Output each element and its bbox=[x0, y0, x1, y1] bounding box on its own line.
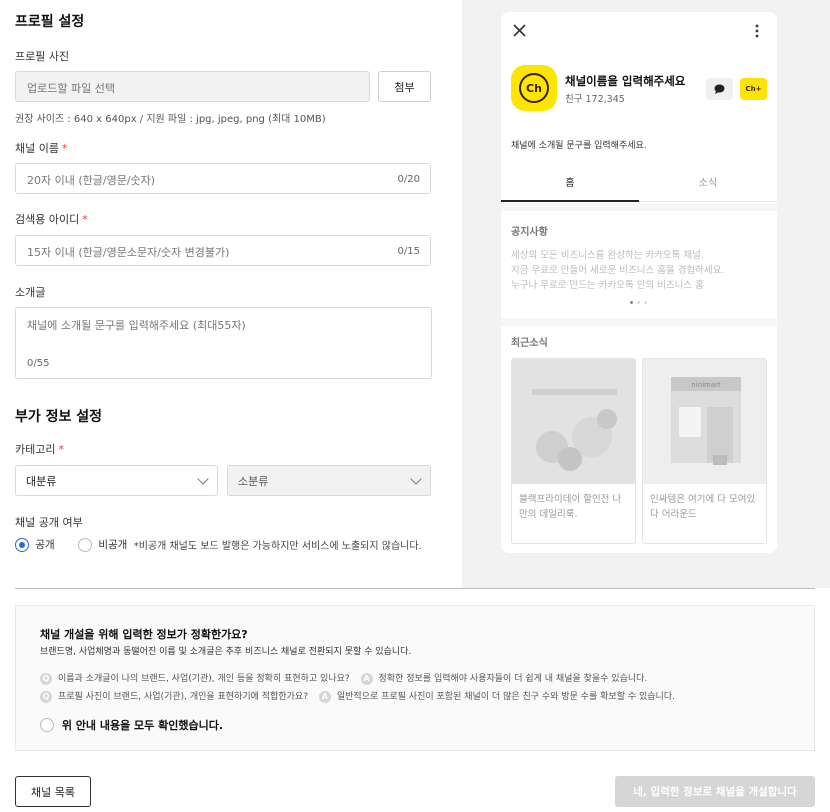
preview-channel-name: 채널이름을 입력해주세요 bbox=[565, 74, 686, 88]
photo-hint: 권장 사이즈 : 640 x 640px / 지원 파일 : jpg, jpeg… bbox=[15, 114, 326, 125]
add-channel-button[interactable]: Ch+ bbox=[740, 78, 767, 100]
profile-photo-label: 프로필 사진 bbox=[15, 50, 70, 63]
qa-row: Q 이름과 소개글이 나의 브랜드, 사업(기관), 개인 등을 정확히 표현하고… bbox=[40, 671, 647, 685]
chat-button[interactable] bbox=[706, 78, 733, 100]
visibility-options: 공개 비공개 *비공개 채널도 보드 발행은 가능하지만 서비스에 노출되지 않… bbox=[15, 537, 422, 552]
major-category-value: 대분류 bbox=[26, 474, 57, 488]
confirm-title: 채널 개설을 위해 입력한 정보가 정확한가요? bbox=[40, 628, 248, 641]
private-option-label: 비공개 bbox=[98, 539, 128, 551]
confirm-check-label: 위 안내 내용을 모두 확인했습니다. bbox=[61, 719, 224, 732]
divider bbox=[501, 203, 777, 211]
preview-friends-count: 친구 172,345 bbox=[565, 94, 625, 105]
search-id-label: 검색용 아이디 * bbox=[15, 213, 88, 226]
section-divider bbox=[15, 588, 815, 589]
channel-name-counter: 0/20 bbox=[397, 174, 420, 185]
news-card-image bbox=[512, 359, 635, 484]
create-channel-button[interactable]: 네, 입력한 정보로 채널을 개설합니다 bbox=[615, 776, 815, 807]
intro-textarea[interactable]: 채널에 소개될 문구를 입력해주세요 (최대55자) 0/55 bbox=[15, 307, 432, 379]
minor-category-select[interactable]: 소분류 bbox=[227, 465, 431, 496]
divider bbox=[501, 318, 777, 326]
close-icon[interactable] bbox=[513, 24, 526, 37]
news-card[interactable]: ninimart 인싸템은 여기에 다 모여있다 어라운드 bbox=[642, 358, 767, 544]
confirm-checkbox[interactable] bbox=[40, 718, 54, 732]
question-badge: Q bbox=[40, 672, 52, 685]
profile-section-title: 프로필 설정 bbox=[15, 14, 85, 30]
extra-section-title: 부가 정보 설정 bbox=[15, 409, 103, 425]
private-radio[interactable] bbox=[78, 537, 93, 552]
answer-badge: A bbox=[318, 690, 331, 703]
visibility-label: 채널 공개 여부 bbox=[15, 516, 83, 529]
channel-logo: Ch bbox=[511, 65, 557, 111]
channel-logo-text: Ch bbox=[519, 73, 549, 103]
chevron-down-icon bbox=[410, 472, 422, 485]
profile-form: 프로필 설정 프로필 사진 업로드할 파일 선택 첨부 권장 사이즈 : 640… bbox=[0, 0, 462, 588]
more-icon[interactable] bbox=[755, 24, 759, 38]
minor-category-value: 소분류 bbox=[238, 474, 269, 488]
chevron-down-icon bbox=[197, 472, 209, 485]
channel-name-placeholder: 20자 이내 (한글/영문/숫자) bbox=[27, 174, 156, 187]
major-category-select[interactable]: 대분류 bbox=[15, 465, 218, 496]
channel-list-button[interactable]: 채널 목록 bbox=[15, 776, 91, 807]
attach-button[interactable]: 첨부 bbox=[378, 71, 431, 102]
news-card-text: 블랙프라이데이 할인전 나만의 데일리룩. bbox=[519, 494, 622, 520]
private-note: *비공개 채널도 보드 발행은 가능하지만 서비스에 노출되지 않습니다. bbox=[133, 541, 422, 552]
confirmation-box: 채널 개설을 위해 입력한 정보가 정확한가요? 브랜드명, 사업체명과 동떨어… bbox=[15, 605, 815, 751]
intro-counter: 0/55 bbox=[27, 358, 50, 369]
confirm-checkbox-row[interactable]: 위 안내 내용을 모두 확인했습니다. bbox=[40, 717, 223, 733]
chat-bubble-icon bbox=[714, 84, 725, 94]
intro-placeholder: 채널에 소개될 문구를 입력해주세요 (최대55자) bbox=[27, 319, 246, 332]
carousel-dots bbox=[630, 301, 647, 304]
notice-text: 세상의 모든 비즈니스를 완성하는 카카오톡 채널. 지금 무료로 만들어 새로… bbox=[511, 250, 725, 291]
preview-intro: 채널에 소개될 문구를 입력해주세요. bbox=[511, 141, 647, 151]
intro-label: 소개글 bbox=[15, 286, 46, 299]
preview-panel: Ch 채널이름을 입력해주세요 친구 172,345 Ch+ 채널에 소개될 문… bbox=[462, 0, 830, 588]
upload-file-field[interactable]: 업로드할 파일 선택 bbox=[15, 71, 370, 102]
search-id-input[interactable]: 15자 이내 (한글/영문소문자/숫자 변경불가) 0/15 bbox=[15, 235, 431, 266]
news-card-image: ninimart bbox=[643, 359, 766, 484]
news-card-text: 인싸템은 여기에 다 모여있다 어라운드 bbox=[650, 494, 756, 520]
channel-name-label: 채널 이름 * bbox=[15, 142, 68, 155]
answer-badge: A bbox=[360, 672, 373, 685]
category-label: 카테고리 * bbox=[15, 443, 64, 456]
channel-name-input[interactable]: 20자 이내 (한글/영문/숫자) 0/20 bbox=[15, 163, 431, 194]
qa-row: Q 프로필 사진이 브랜드, 사업(기관), 개인을 표현하기에 적합한가요? A… bbox=[40, 689, 675, 703]
tab-news[interactable]: 소식 bbox=[639, 174, 777, 202]
svg-text:ninimart: ninimart bbox=[691, 381, 721, 389]
question-badge: Q bbox=[40, 690, 52, 703]
recent-news-title: 최근소식 bbox=[511, 338, 548, 349]
confirm-subtitle: 브랜드명, 사업체명과 동떨어진 이름 및 소개글은 추후 비즈니스 채널로 전… bbox=[40, 647, 412, 657]
notice-title: 공지사항 bbox=[511, 227, 548, 238]
upload-placeholder: 업로드할 파일 선택 bbox=[27, 82, 115, 95]
public-option-label: 공개 bbox=[35, 539, 55, 551]
search-id-placeholder: 15자 이내 (한글/영문소문자/숫자 변경불가) bbox=[27, 246, 230, 259]
public-radio[interactable] bbox=[15, 537, 29, 552]
tab-home[interactable]: 홈 bbox=[501, 174, 639, 202]
news-card[interactable]: 블랙프라이데이 할인전 나만의 데일리룩. bbox=[511, 358, 636, 544]
search-id-counter: 0/15 bbox=[397, 246, 420, 257]
